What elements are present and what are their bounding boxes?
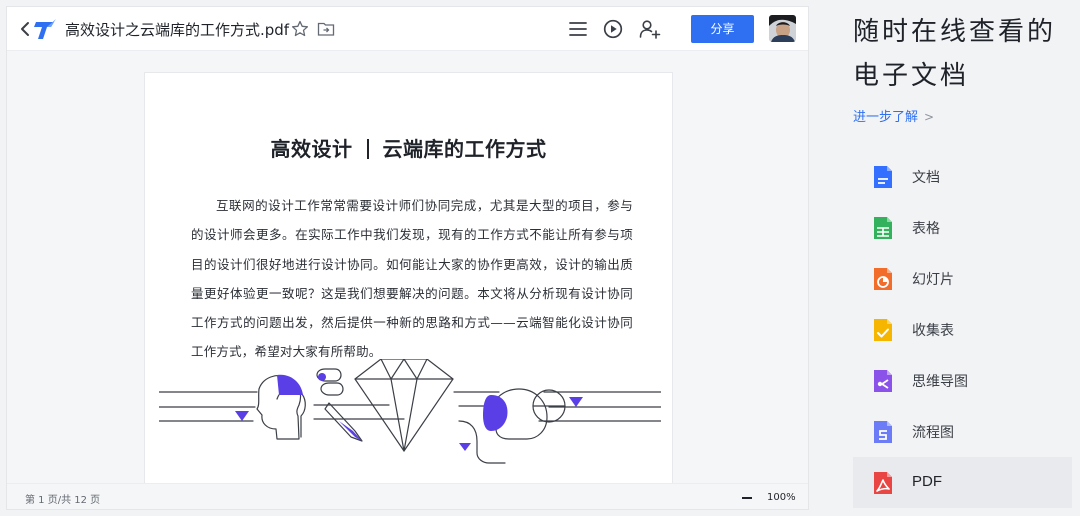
doc-icon	[874, 166, 892, 188]
zoom-out-icon[interactable]	[742, 497, 752, 499]
document-page: 高效设计 云端库的工作方式 互联网的设计工作常常需要设计师们协同完成，尤其是大型的…	[144, 72, 673, 484]
form-icon	[874, 319, 892, 341]
add-user-icon[interactable]	[639, 19, 661, 39]
file-type-label: 流程图	[912, 425, 954, 441]
file-type-form[interactable]: 收集表	[853, 304, 1072, 355]
file-type-label: 收集表	[912, 323, 954, 339]
file-type-label: PDF	[912, 473, 942, 490]
document-title: 高效设计之云端库的工作方式.pdf	[65, 21, 290, 39]
share-button[interactable]: 分享	[691, 15, 754, 43]
move-to-folder-icon[interactable]	[317, 21, 335, 37]
learn-more-link[interactable]: 进一步了解 >	[853, 106, 934, 125]
heading-left: 高效设计	[270, 137, 353, 161]
heading-separator	[366, 139, 369, 159]
promo-title: 随时在线查看的电子文档	[853, 17, 1057, 91]
menu-icon[interactable]	[568, 20, 588, 38]
file-type-label: 表格	[912, 221, 940, 237]
app-logo-icon[interactable]	[33, 17, 57, 41]
file-type-slides[interactable]: 幻灯片	[853, 253, 1072, 304]
file-type-sheet[interactable]: 表格	[853, 202, 1072, 253]
pdf-viewer-window: 高效设计之云端库的工作方式.pdf 分享 高效设计 云端库的工作方式 互联网的设…	[6, 6, 809, 510]
page-indicator: 第 1 页/共 12 页	[25, 495, 101, 506]
design-illustration	[159, 359, 661, 464]
star-icon[interactable]	[291, 20, 309, 38]
file-type-list: 文档 表格 幻灯片 收集表 思维导图 流程图 PDF	[853, 151, 1072, 508]
file-type-flowchart[interactable]: 流程图	[853, 406, 1072, 457]
heading-right: 云端库的工作方式	[382, 137, 547, 161]
back-icon[interactable]	[19, 21, 31, 37]
flowchart-icon	[874, 421, 892, 443]
play-icon[interactable]	[603, 19, 623, 39]
slides-icon	[874, 268, 892, 290]
file-type-mindmap[interactable]: 思维导图	[853, 355, 1072, 406]
file-type-pdf[interactable]: PDF	[853, 457, 1072, 508]
file-type-label: 幻灯片	[912, 272, 954, 288]
file-type-label: 文档	[912, 170, 940, 186]
file-type-doc[interactable]: 文档	[853, 151, 1072, 202]
learn-more-label[interactable]: 进一步了解	[853, 110, 918, 125]
zoom-level[interactable]: 100%	[767, 492, 796, 503]
pdf-icon	[874, 472, 892, 494]
file-type-label: 思维导图	[912, 374, 968, 390]
chevron-right-icon: >	[924, 110, 935, 124]
viewer-toolbar: 高效设计之云端库的工作方式.pdf 分享	[7, 7, 808, 51]
sheet-icon	[874, 217, 892, 239]
avatar[interactable]	[769, 15, 796, 42]
mindmap-icon	[874, 370, 892, 392]
page-body-text: 互联网的设计工作常常需要设计师们协同完成，尤其是大型的项目，参与的设计师会更多。…	[191, 198, 633, 360]
page-heading: 高效设计 云端库的工作方式	[145, 133, 672, 162]
viewer-statusbar: 第 1 页/共 12 页 100%	[7, 483, 808, 509]
